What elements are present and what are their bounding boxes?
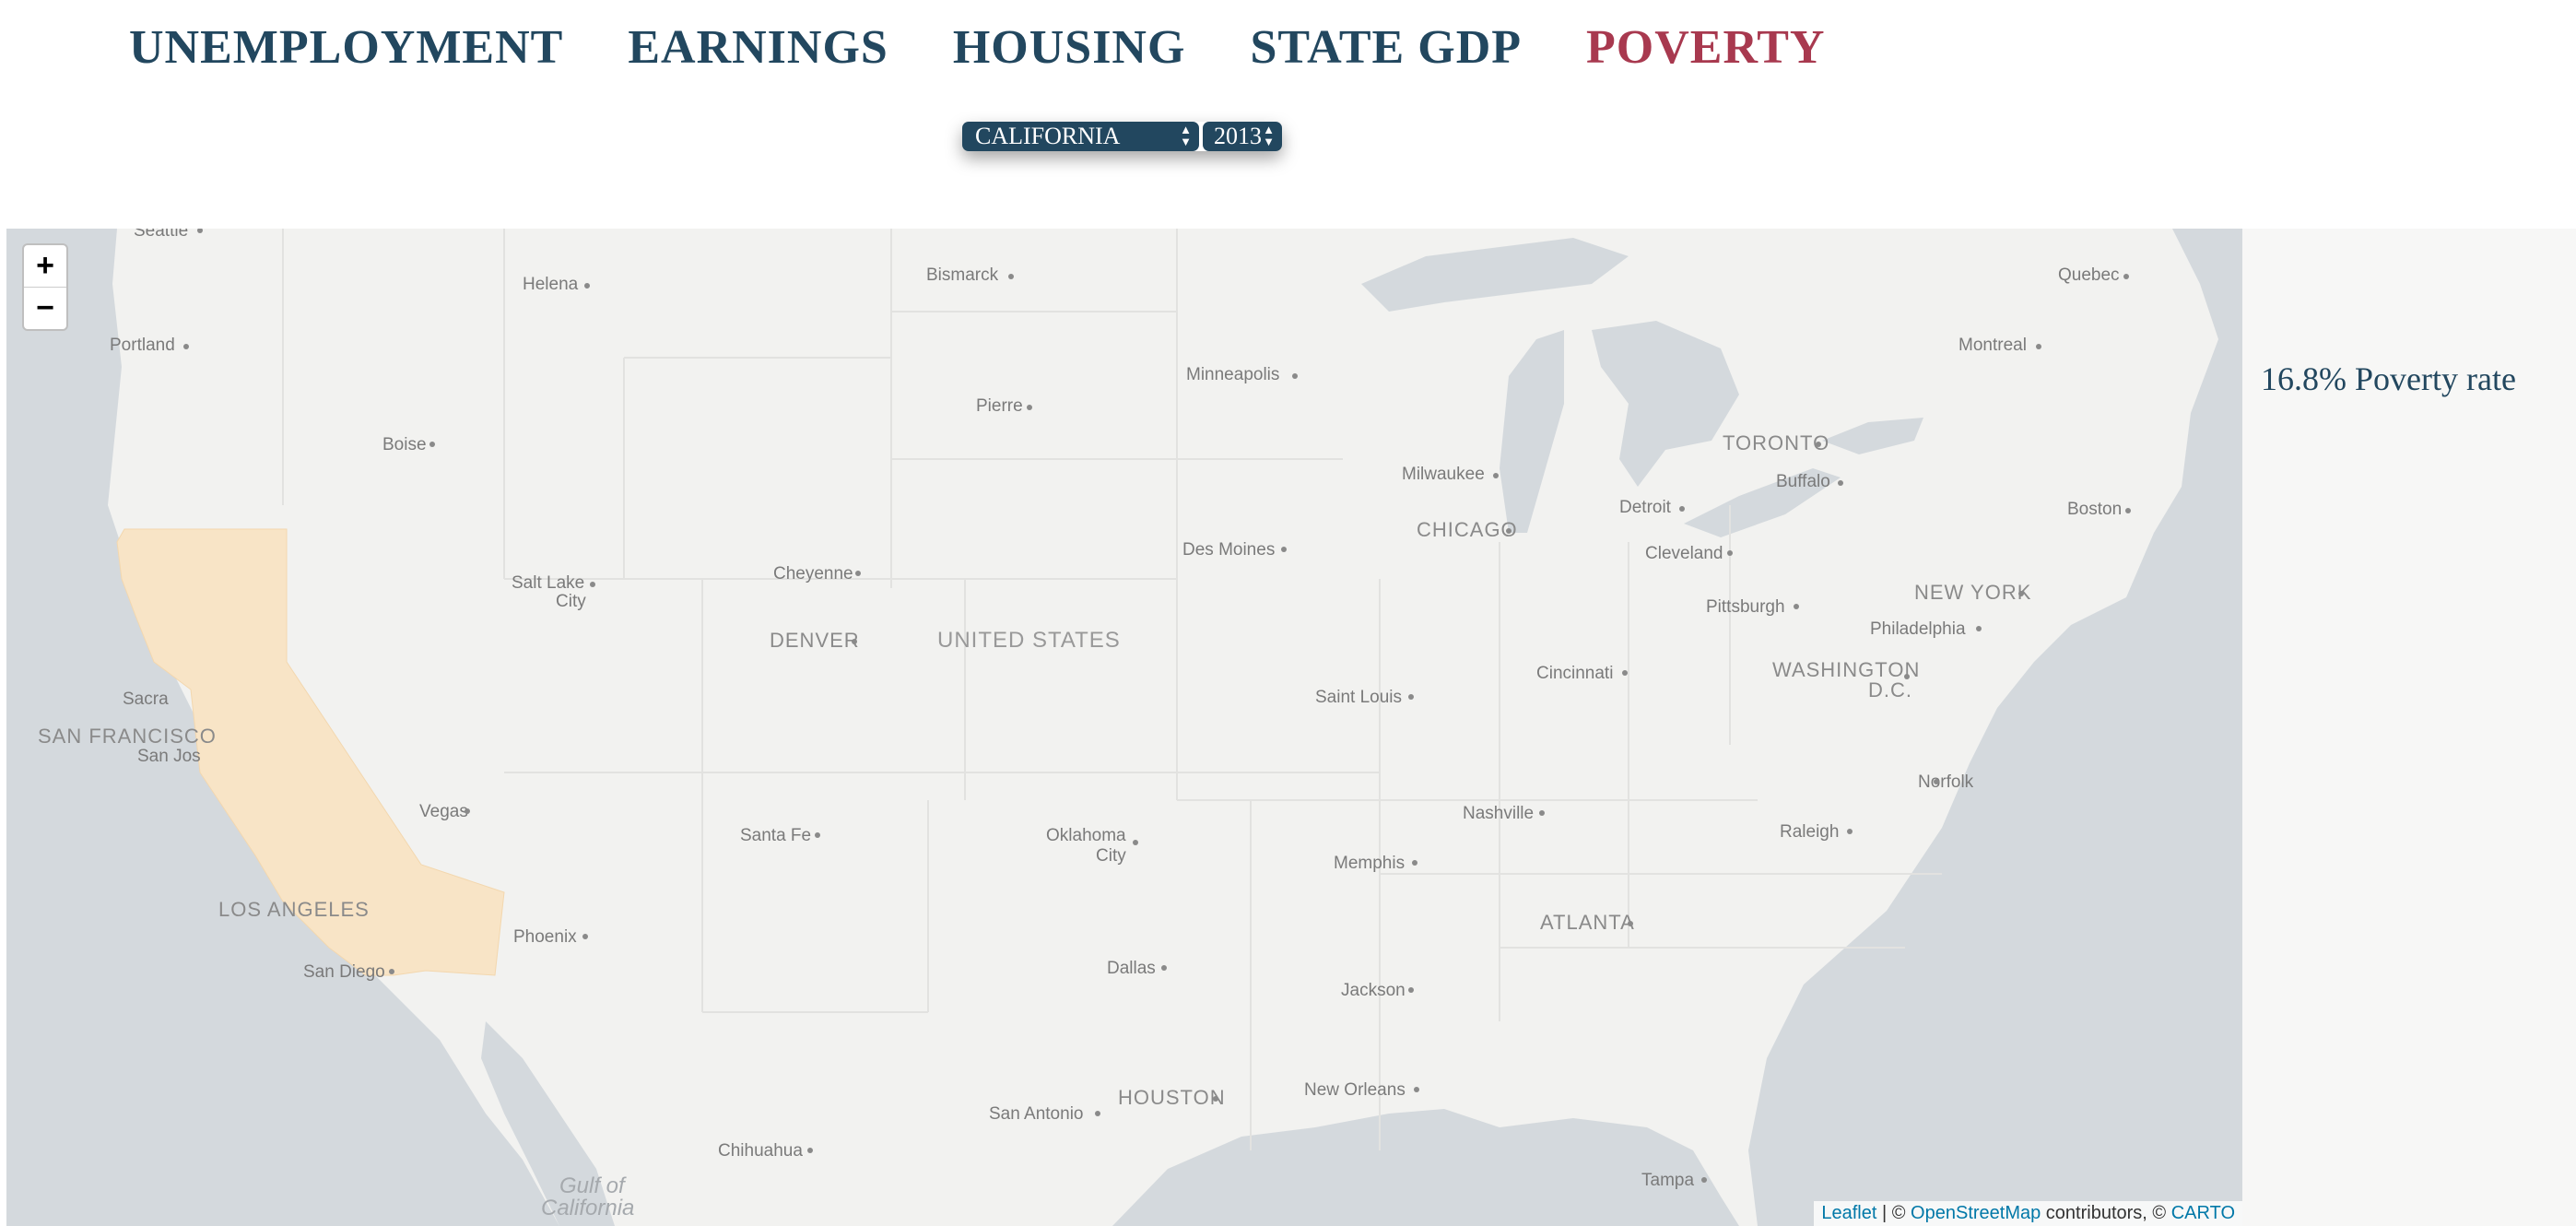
attribution-separator: | © [1876,1203,1911,1223]
lake-ontario [1822,418,1923,454]
map-canvas[interactable]: Seattle Helena Bismarck Quebec Portland … [6,229,2242,1226]
svg-text:Chihuahua: Chihuahua [718,1141,803,1161]
nav-poverty[interactable]: POVERTY [1586,20,1825,75]
gulf-of-mexico [1112,1109,1739,1226]
svg-text:TORONTO: TORONTO [1723,431,1829,454]
svg-text:D.C.: D.C. [1868,678,1912,701]
carto-link[interactable]: CARTO [2171,1203,2235,1223]
svg-text:Bismarck: Bismarck [926,265,999,285]
state-select[interactable]: CALIFORNIA ▲ ▼ [962,122,1199,151]
svg-text:Boise: Boise [382,435,427,454]
svg-text:Sacra: Sacra [123,690,169,709]
svg-text:San Jos: San Jos [137,747,201,766]
svg-text:Portland: Portland [110,336,175,355]
nav-state-gdp[interactable]: STATE GDP [1250,20,1522,75]
osm-link[interactable]: OpenStreetMap [1911,1203,2041,1223]
year-select[interactable]: 2013 ▲ ▼ [1203,122,1282,151]
svg-text:Vegas: Vegas [419,802,468,821]
info-panel: 16.8% Poverty rate [2242,229,2576,1226]
svg-text:San Antonio: San Antonio [989,1104,1083,1124]
svg-text:NEW YORK: NEW YORK [1914,581,2031,604]
map-attribution: Leaflet | © OpenStreetMap contributors, … [1814,1201,2242,1226]
svg-text:Dallas: Dallas [1107,959,1156,978]
svg-text:Des Moines: Des Moines [1182,540,1275,560]
svg-text:Norfolk: Norfolk [1918,772,1974,792]
svg-text:Philadelphia: Philadelphia [1870,619,1966,639]
svg-text:Salt Lake: Salt Lake [512,573,584,593]
svg-text:California: California [541,1196,634,1220]
nav-unemployment[interactable]: UNEMPLOYMENT [129,20,563,75]
svg-text:Cheyenne: Cheyenne [773,564,853,584]
nav-earnings[interactable]: EARNINGS [628,20,888,75]
svg-text:SAN FRANCISCO: SAN FRANCISCO [38,725,217,748]
svg-text:Raleigh: Raleigh [1780,822,1839,842]
svg-text:Cleveland: Cleveland [1645,544,1723,563]
nav-housing[interactable]: HOUSING [953,20,1186,75]
svg-text:Jackson: Jackson [1341,981,1406,1000]
poverty-rate-text: 16.8% Poverty rate [2261,360,2516,397]
zoom-control: + − [22,243,68,331]
year-select-value: 2013 [1214,123,1262,149]
svg-text:Detroit: Detroit [1619,498,1672,517]
svg-text:Montreal: Montreal [1958,336,2027,355]
svg-text:UNITED STATES: UNITED STATES [937,628,1121,653]
select-arrows-icon: ▲ ▼ [1180,123,1192,148]
svg-text:HOUSTON: HOUSTON [1118,1086,1226,1109]
lake-superior [1361,238,1629,312]
leaflet-link[interactable]: Leaflet [1821,1203,1876,1223]
svg-text:San Diego: San Diego [303,962,385,982]
svg-text:Oklahoma: Oklahoma [1046,826,1126,845]
lake-huron [1592,321,1739,487]
svg-text:City: City [1096,846,1126,866]
svg-text:LOS ANGELES: LOS ANGELES [218,898,370,921]
zoom-in-button[interactable]: + [24,245,66,287]
svg-text:Phoenix: Phoenix [513,927,577,947]
svg-text:Memphis: Memphis [1334,854,1405,873]
svg-text:Minneapolis: Minneapolis [1186,365,1279,384]
lake-michigan [1500,330,1564,533]
zoom-out-button[interactable]: − [24,287,66,329]
filter-controls: CALIFORNIA ▲ ▼ 2013 ▲ ▼ [962,122,1282,151]
state-select-value: CALIFORNIA [975,123,1121,149]
atlantic-ocean [1748,229,2242,1226]
svg-text:Pierre: Pierre [976,396,1023,416]
select-arrows-icon: ▲ ▼ [1263,123,1275,148]
attribution-contributors: contributors, © [2041,1203,2171,1223]
svg-text:Buffalo: Buffalo [1776,472,1830,491]
svg-text:ATLANTA: ATLANTA [1540,911,1635,934]
svg-text:Saint Louis: Saint Louis [1315,688,1402,707]
basemap: Seattle Helena Bismarck Quebec Portland … [6,229,2242,1226]
svg-text:Pittsburgh: Pittsburgh [1706,597,1785,617]
svg-text:Gulf of: Gulf of [559,1173,627,1198]
svg-text:Cincinnati: Cincinnati [1536,664,1613,683]
svg-text:Santa Fe: Santa Fe [740,826,811,845]
svg-text:City: City [556,592,586,611]
svg-text:Milwaukee: Milwaukee [1402,465,1485,484]
svg-text:CHICAGO: CHICAGO [1417,518,1518,541]
svg-text:Nashville: Nashville [1463,804,1534,823]
svg-text:Seattle: Seattle [134,229,188,241]
main-nav: UNEMPLOYMENT EARNINGS HOUSING STATE GDP … [129,20,1825,75]
svg-text:New Orleans: New Orleans [1304,1080,1406,1100]
svg-text:Boston: Boston [2067,500,2122,519]
svg-text:Helena: Helena [523,275,579,294]
svg-text:DENVER: DENVER [770,629,860,652]
svg-text:Tampa: Tampa [1641,1171,1694,1190]
svg-text:Quebec: Quebec [2058,265,2120,285]
